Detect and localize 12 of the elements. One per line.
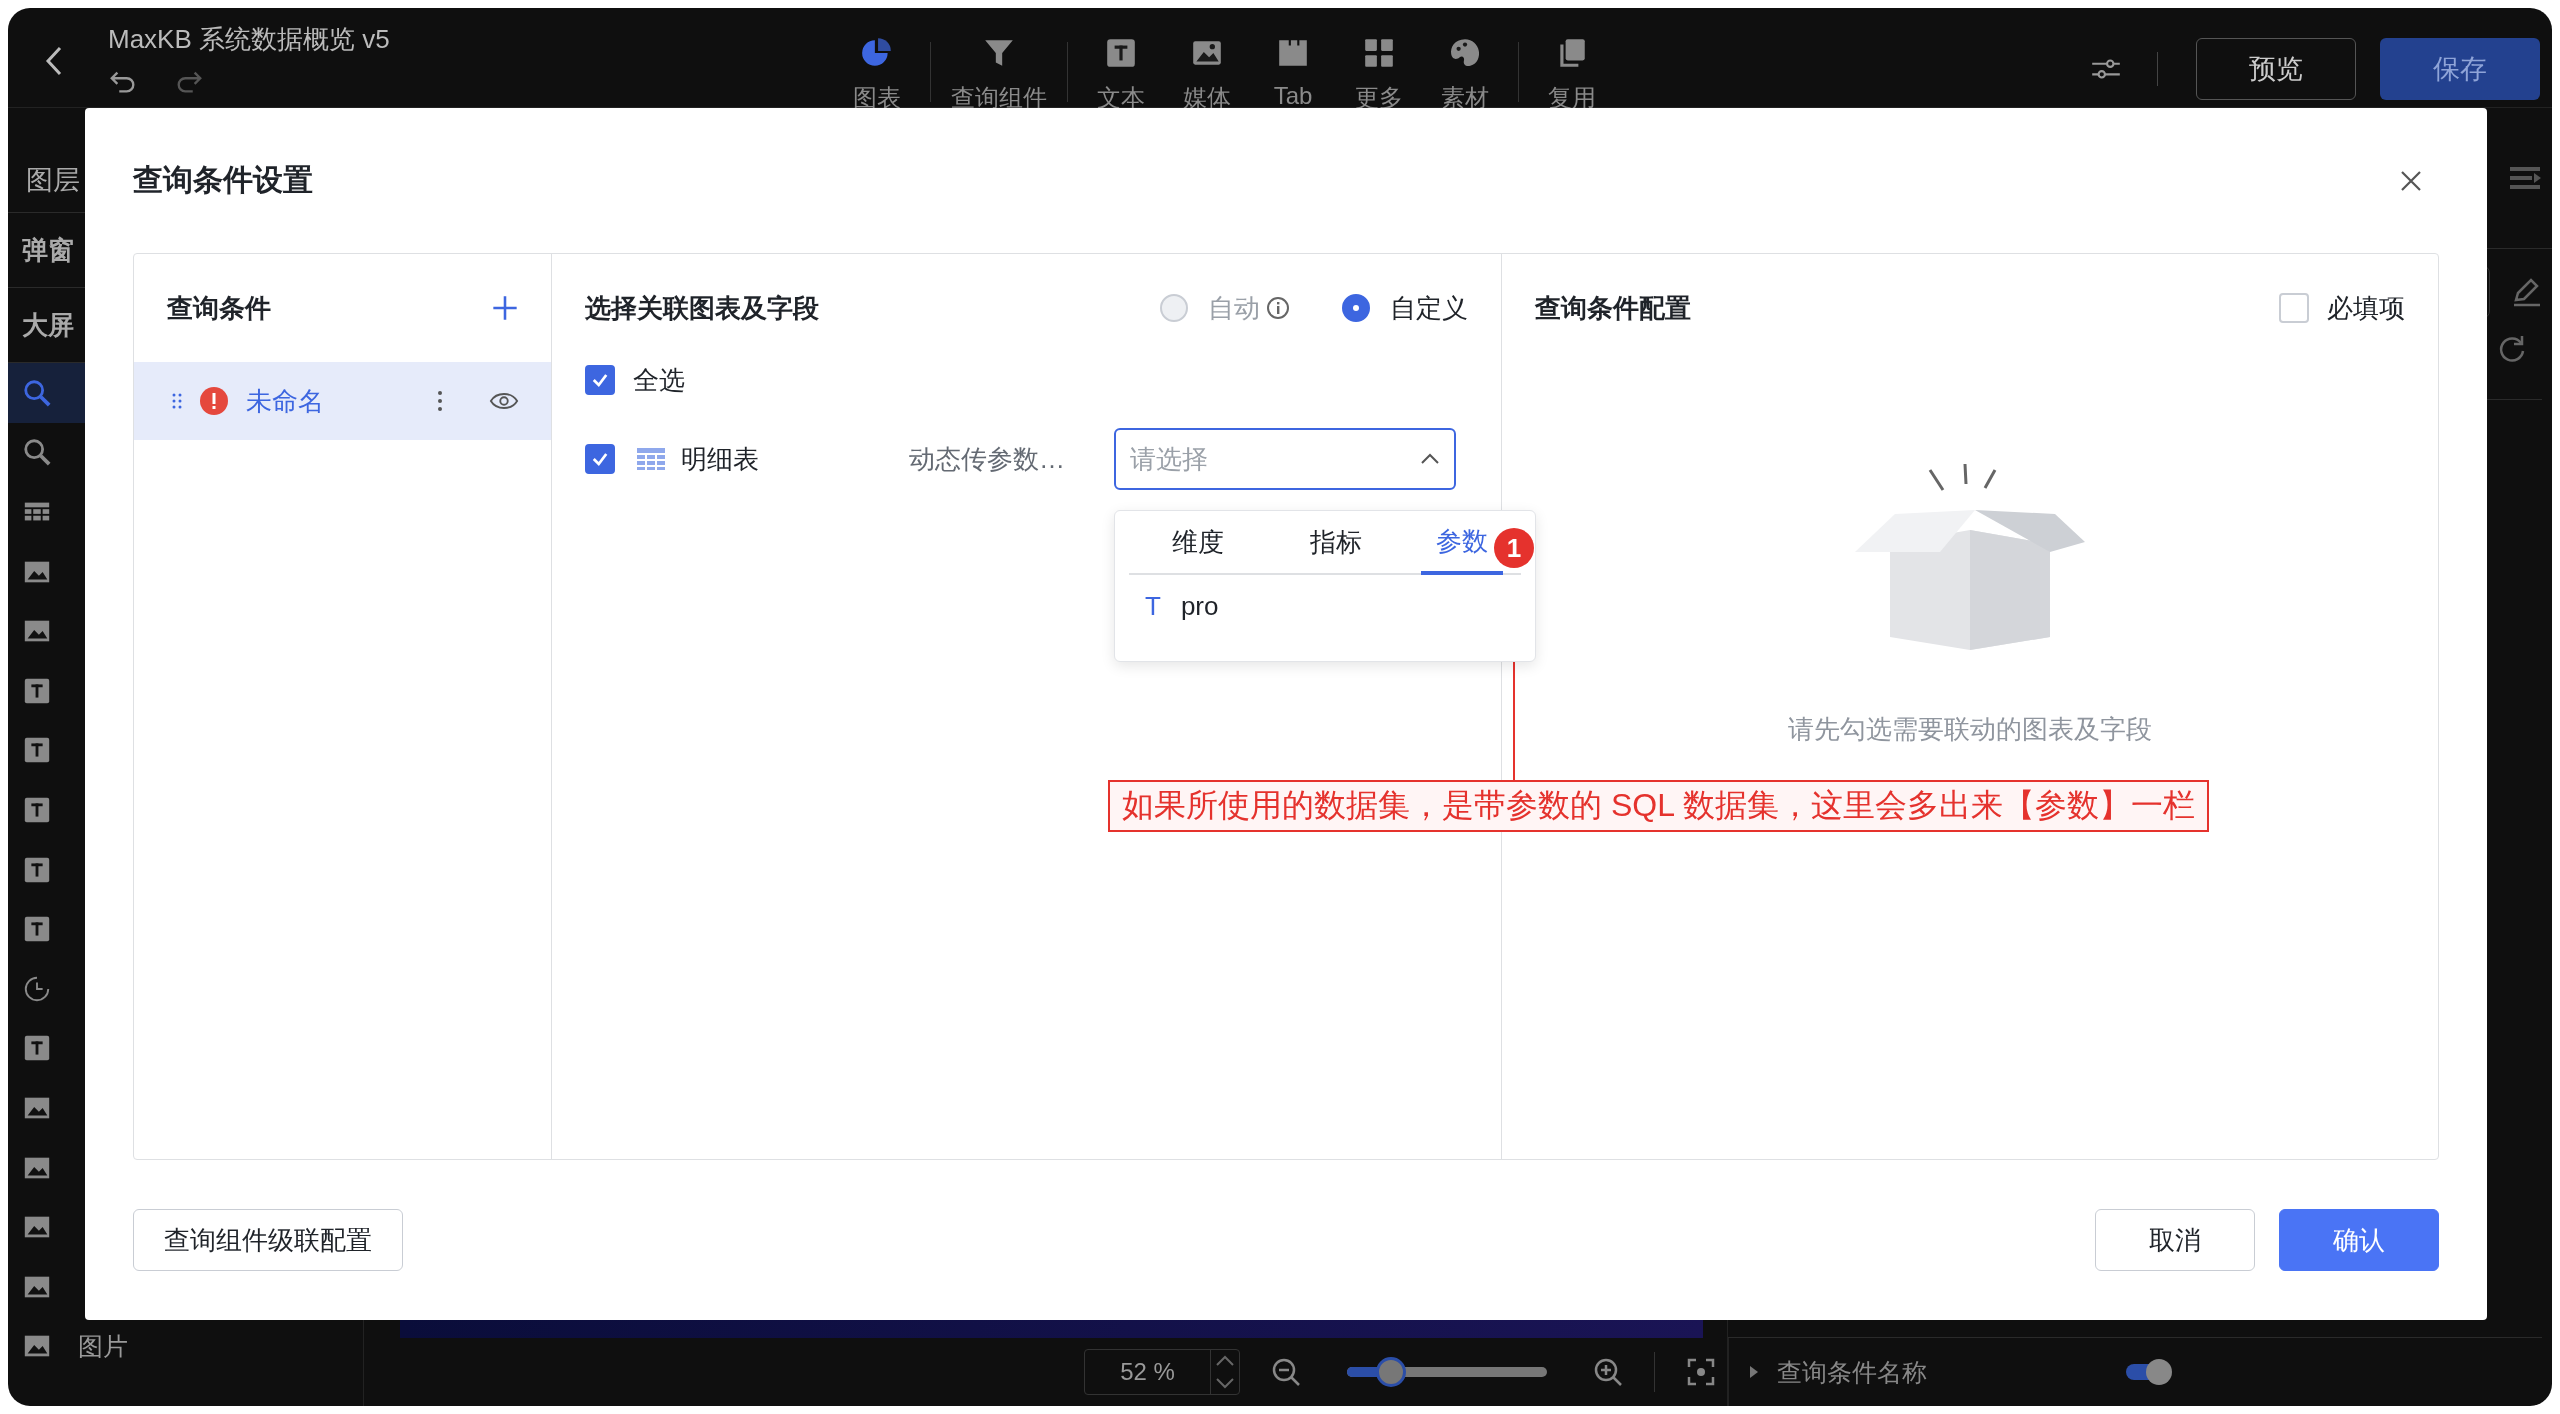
column-title: 查询条件配置: [1535, 291, 1691, 325]
empty-state-text: 请先勾选需要联动的图表及字段: [1788, 713, 2152, 746]
column-title: 查询条件: [167, 291, 271, 325]
section-header: 大屏: [22, 308, 74, 342]
document-title: MaxKB 系统数据概览 v5: [108, 23, 390, 56]
column-title: 选择关联图表及字段: [585, 291, 819, 325]
chart-name: 明细表: [681, 442, 760, 476]
field-label: 动态传参数…: [909, 442, 1066, 476]
dialog-title: 查询条件设置: [133, 162, 313, 198]
panel-title: 图层: [26, 164, 80, 197]
annotation-note: 如果所使用的数据集，是带参数的 SQL 数据集，这里会多出来【参数】一栏: [1108, 780, 2209, 832]
section-header: 弹窗: [22, 233, 74, 267]
